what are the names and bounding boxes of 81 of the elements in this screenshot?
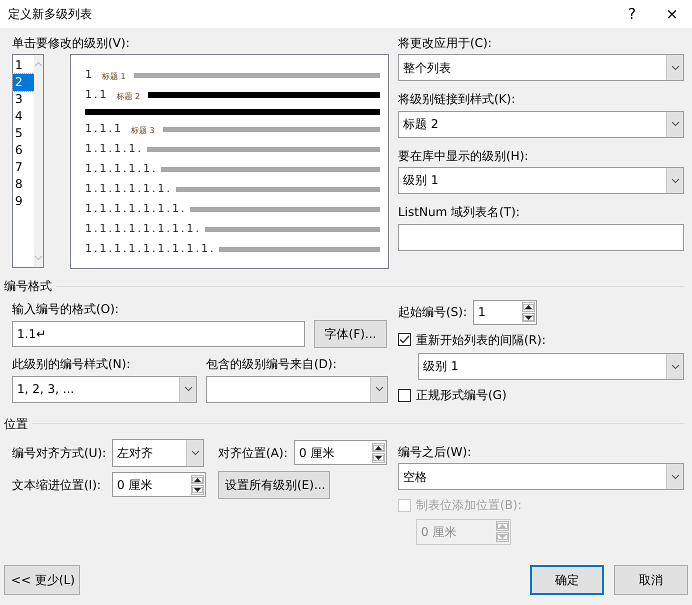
field-label: 包含的级别编号来自(D): [206, 357, 337, 372]
dialog-button[interactable]: 确定 [530, 565, 604, 595]
level-item[interactable]: 5 [13, 125, 34, 142]
window-title: 定义新多级列表 [8, 6, 93, 22]
dropdown[interactable]: 级别 1 [418, 353, 684, 380]
spin-field[interactable]: 1 [473, 300, 537, 325]
spin-up-icon [192, 476, 203, 483]
field-label: 要在库中显示的级别(H): [398, 148, 528, 164]
text-field[interactable] [398, 224, 684, 251]
checkbox[interactable] [398, 333, 411, 346]
level-item[interactable]: 2 [13, 74, 34, 92]
dropdown[interactable] [206, 376, 388, 403]
spin-down-icon [497, 534, 508, 540]
level-item[interactable]: 8 [13, 176, 34, 194]
font-button[interactable]: 字体(F)... [314, 320, 387, 348]
checkbox-label: 正规形式编号(G) [416, 388, 507, 403]
preview-number: 1.1 [85, 88, 108, 102]
preview-style-name: 标题 1 [102, 72, 126, 82]
field-label: 编号之后(W): [398, 444, 472, 460]
preview-number: 1.1.1.1.1.1.1.1.1. [85, 242, 216, 256]
spin-field[interactable]: 0 厘米 [112, 472, 206, 498]
field-label: 起始编号(S): [398, 305, 468, 320]
preview-number: 1.1.1.1.1.1. [85, 182, 172, 196]
dropdown[interactable]: 1, 2, 3, ... [12, 376, 197, 403]
level-item[interactable]: 9 [13, 193, 34, 210]
preview-number: 1.1.1 [85, 122, 123, 136]
chevron-down-icon [670, 364, 680, 370]
set-all-levels-button[interactable]: 设置所有级别(E)... [218, 470, 330, 499]
spin-down-icon [523, 314, 534, 321]
level-item[interactable]: 4 [13, 108, 34, 126]
field-label: 将更改应用于(C): [398, 36, 492, 50]
field-label: 编号对齐方式(U): [12, 446, 108, 460]
preview-number: 1.1.1.1.1.1.1. [85, 202, 186, 216]
field-label: 输入编号的格式(O): [12, 302, 119, 316]
field-label: 此级别的编号样式(N): [12, 357, 130, 372]
chevron-down-icon [184, 386, 192, 392]
preview-number: 1.1.1.1.1. [85, 162, 158, 176]
chevron-down-icon [670, 474, 680, 480]
spin-down-icon [373, 455, 384, 462]
preview-number: 1 [85, 68, 94, 82]
field-label: 文本缩进位置(I): [12, 478, 102, 492]
dropdown[interactable]: 空格 [398, 463, 684, 490]
spin-up-icon [523, 304, 534, 310]
checkbox-label: 制表位添加位置(B): [416, 498, 522, 513]
chevron-down-icon [670, 64, 680, 71]
checkbox[interactable] [398, 388, 411, 402]
dropdown[interactable]: 整个列表 [398, 54, 684, 82]
field-label: 对齐位置(A): [218, 446, 289, 460]
chevron-down-icon [374, 386, 384, 392]
format-field[interactable]: 1.1↵ [12, 321, 305, 348]
spin-field[interactable]: 0 厘米 [294, 440, 387, 466]
preview-style-name: 标题 2 [116, 92, 140, 102]
help-button[interactable]: ? [612, 5, 652, 23]
spin-up-icon [373, 444, 384, 451]
dialog-button[interactable]: 取消 [614, 565, 688, 595]
preview-number: 1.1.1.1. [85, 142, 143, 156]
chevron-down-icon [670, 178, 680, 184]
level-item[interactable]: 7 [13, 159, 34, 176]
level-item[interactable]: 1 [13, 57, 34, 74]
chevron-down-icon [670, 121, 680, 128]
close-button[interactable]: × [652, 5, 692, 23]
level-item[interactable]: 3 [13, 91, 34, 108]
field-label: 单击要修改的级别(V): [12, 36, 130, 50]
dropdown[interactable]: 标题 2 [398, 110, 684, 138]
dialog-button[interactable]: << 更少(L) [4, 565, 80, 595]
section-title: 编号格式 [4, 279, 52, 294]
level-item[interactable]: 6 [13, 142, 34, 160]
checkbox-label: 重新开始列表的间隔(R): [416, 332, 546, 348]
section-title: 位置 [4, 416, 28, 431]
spin-up-icon [497, 523, 508, 530]
dropdown[interactable]: 左对齐 [112, 438, 204, 467]
scroll-down-icon [34, 255, 43, 262]
spin-down-icon [192, 487, 203, 494]
level-listbox[interactable]: 1 2 3 4 5 6 7 8 9 [12, 54, 44, 268]
preview-number: 1.1.1.1.1.1.1.1. [85, 222, 201, 236]
preview-style-name: 标题 3 [131, 126, 155, 136]
field-label: 将级别链接到样式(K): [398, 92, 516, 107]
scroll-up-icon [34, 61, 43, 68]
field-label: ListNum 域列表名(T): [398, 205, 520, 220]
chevron-down-icon [190, 450, 200, 456]
dropdown[interactable]: 级别 1 [398, 167, 684, 194]
